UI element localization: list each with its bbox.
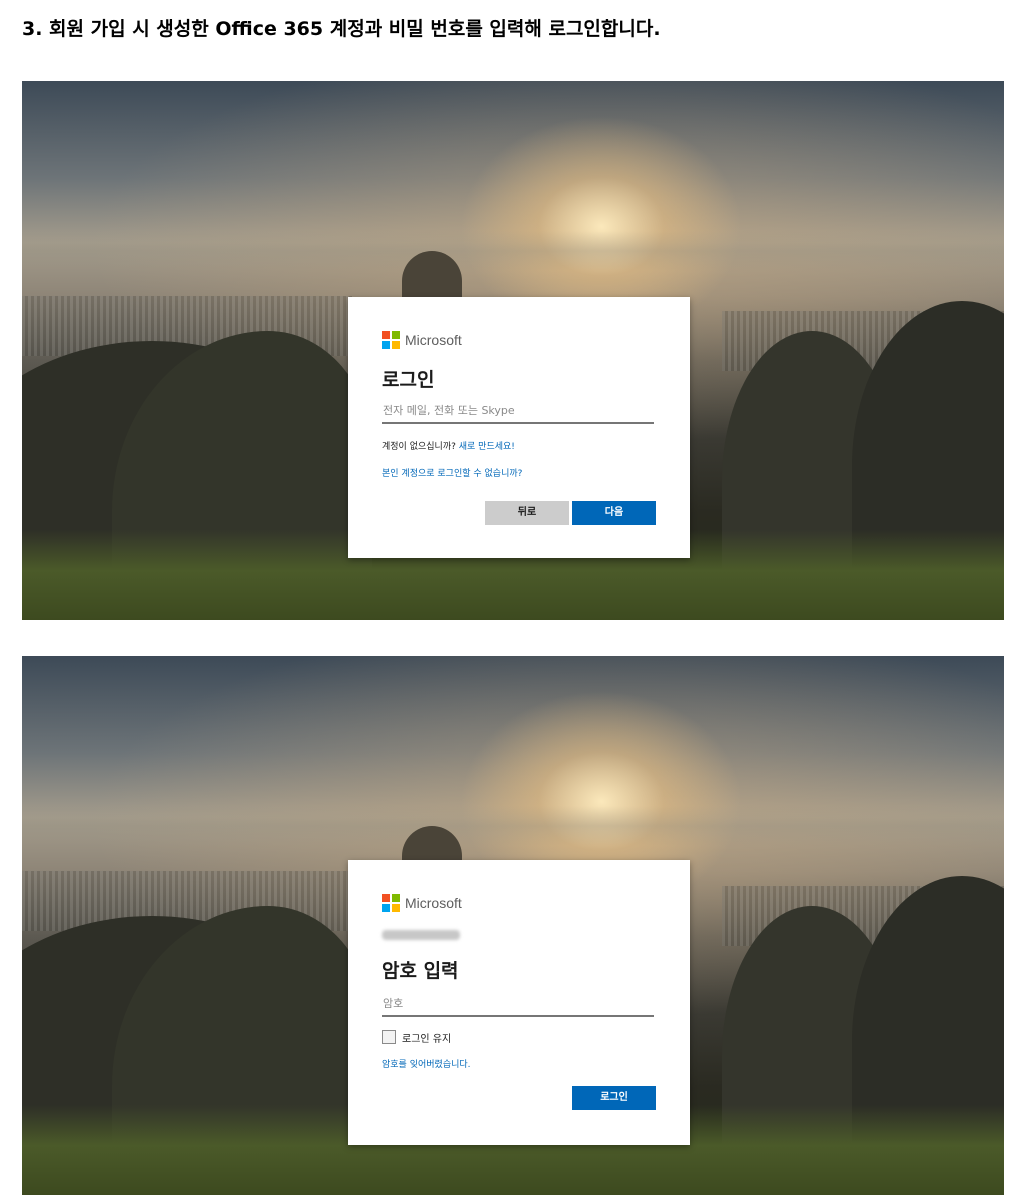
create-account-link[interactable]: 새로 만드세요!: [459, 442, 515, 452]
document-heading: 3. 회원 가입 시 생성한 Office 365 계정과 비밀 번호를 입력해…: [22, 18, 661, 40]
forgot-password-link[interactable]: 암호를 잊어버렸습니다.: [382, 1057, 471, 1070]
signin-screenshot-1: Microsoft 로그인 전자 메일, 전화 또는 Skype 계정이 없으십…: [22, 81, 1004, 620]
account-email-blurred: [382, 930, 460, 940]
signin-button[interactable]: 로그인: [572, 1086, 656, 1110]
cant-access-link[interactable]: 본인 계정으로 로그인할 수 없습니까?: [382, 466, 522, 479]
microsoft-logo-icon: [382, 331, 400, 349]
keep-signed-in-label: 로그인 유지: [402, 1034, 452, 1045]
microsoft-logo-icon: [382, 894, 400, 912]
no-account-text: 계정이 없으십니까?: [382, 442, 456, 452]
brand-row: Microsoft: [382, 894, 462, 912]
back-button[interactable]: 뒤로: [485, 501, 569, 525]
password-input-placeholder: 암호: [383, 997, 404, 1010]
dialog-title: 암호 입력: [382, 960, 459, 982]
haze: [22, 231, 1004, 271]
brand-name: Microsoft: [405, 332, 462, 348]
no-account-row: 계정이 없으십니까? 새로 만드세요!: [382, 439, 515, 452]
password-input[interactable]: 암호: [382, 991, 654, 1017]
email-input[interactable]: 전자 메일, 전화 또는 Skype: [382, 398, 654, 424]
brand-row: Microsoft: [382, 331, 462, 349]
dialog-title: 로그인: [382, 369, 435, 391]
password-dialog: Microsoft 암호 입력 암호 로그인 유지 암호를 잊어버렸습니다. 로…: [348, 860, 690, 1145]
signin-screenshot-2: Microsoft 암호 입력 암호 로그인 유지 암호를 잊어버렸습니다. 로…: [22, 656, 1004, 1195]
brand-name: Microsoft: [405, 895, 462, 911]
signin-dialog: Microsoft 로그인 전자 메일, 전화 또는 Skype 계정이 없으십…: [348, 297, 690, 558]
email-input-placeholder: 전자 메일, 전화 또는 Skype: [383, 404, 515, 417]
keep-signed-in-checkbox[interactable]: [382, 1030, 396, 1044]
next-button[interactable]: 다음: [572, 501, 656, 525]
haze: [22, 806, 1004, 846]
